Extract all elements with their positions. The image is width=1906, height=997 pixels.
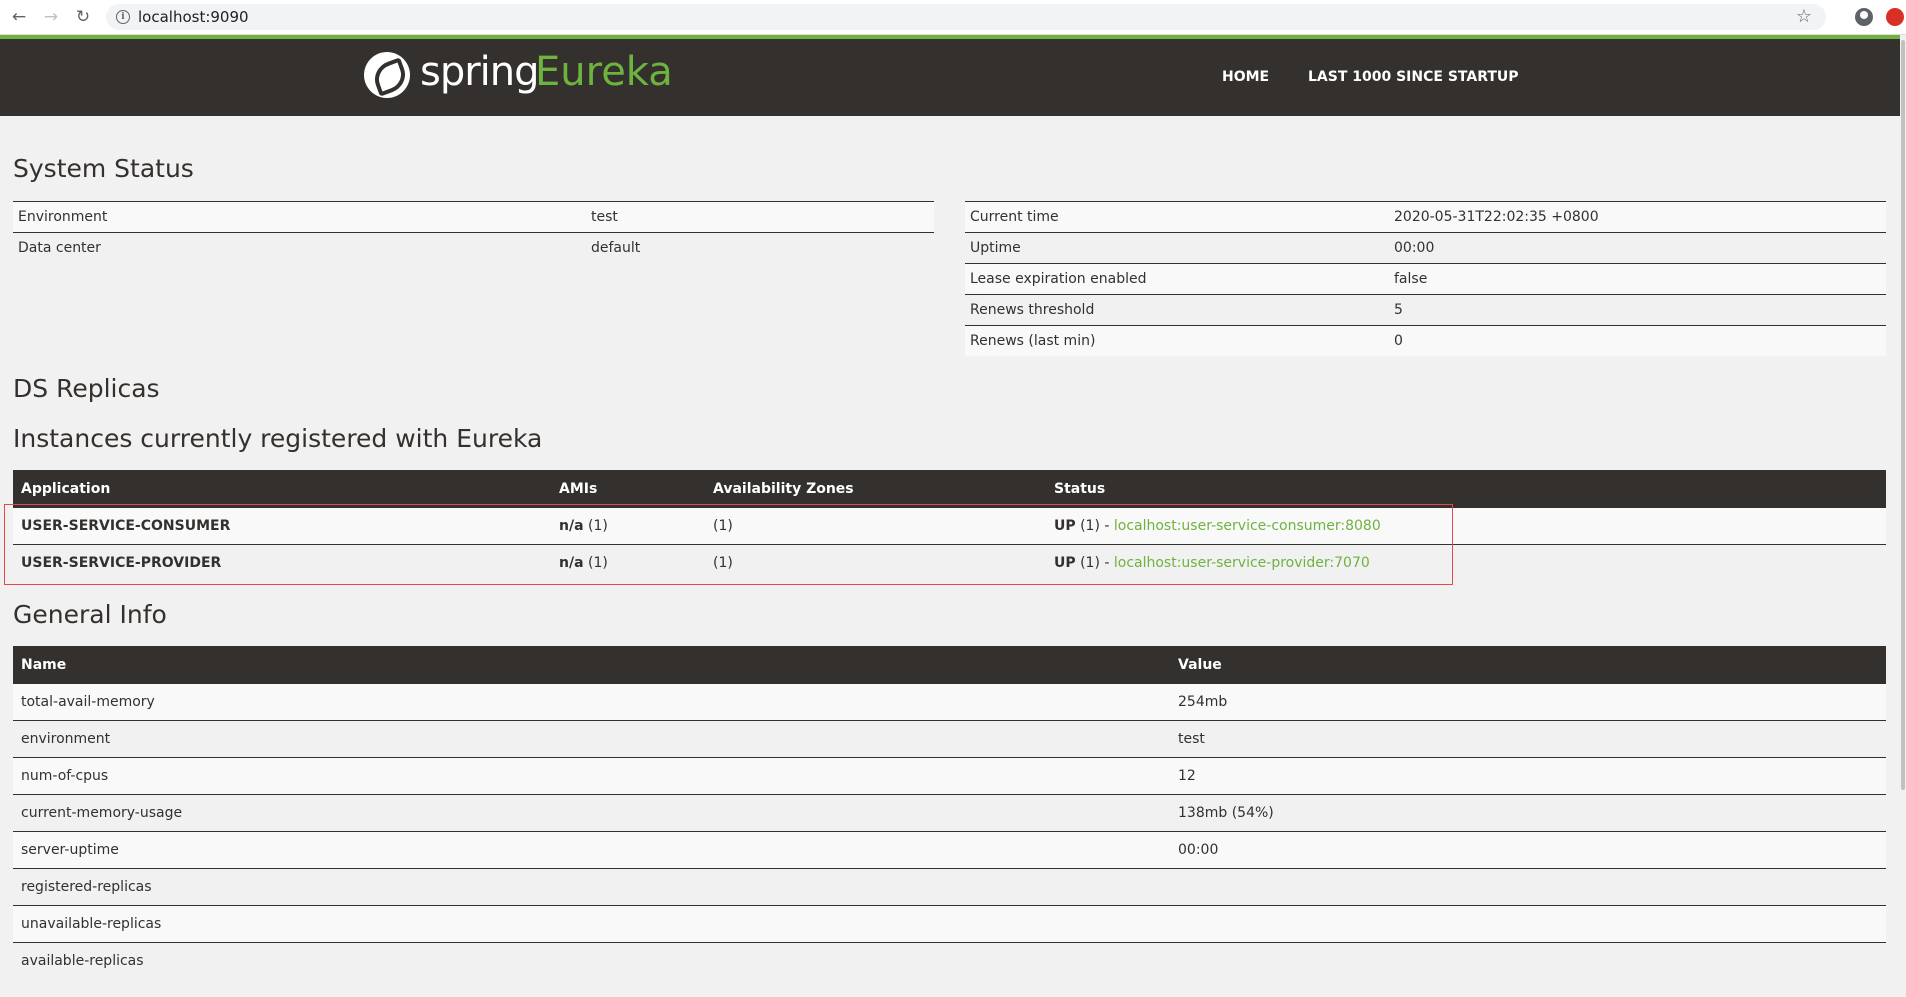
reload-icon[interactable]: ↻ (73, 7, 93, 27)
info-value (1170, 905, 1886, 943)
application-name: USER-SERVICE-PROVIDER (13, 544, 551, 581)
extension-icon[interactable] (1886, 8, 1904, 26)
status-row: Current time 2020-05-31T22:02:35 +0800 (965, 201, 1886, 233)
back-arrow-icon[interactable]: ← (9, 7, 29, 27)
status-label: Lease expiration enabled (965, 263, 1389, 295)
info-name: current-memory-usage (13, 794, 1170, 832)
ami-value: n/a (559, 555, 584, 571)
nav-home-link[interactable]: HOME (1222, 69, 1269, 85)
ami-count: (1) (583, 555, 608, 571)
ami-count: (1) (583, 518, 608, 534)
nav-last-1000-link[interactable]: LAST 1000 SINCE STARTUP (1308, 69, 1519, 85)
logo-spring-text[interactable]: spring (420, 49, 540, 95)
site-info-icon[interactable]: i (116, 10, 130, 24)
info-value: 12 (1170, 757, 1886, 795)
zones-cell: (1) (705, 544, 1046, 581)
amis-cell: n/a (1) (551, 507, 705, 545)
info-value: 254mb (1170, 683, 1886, 721)
application-name: USER-SERVICE-CONSUMER (13, 507, 551, 545)
column-header-application: Application (13, 470, 551, 508)
status-label: Environment (13, 201, 586, 233)
info-name: unavailable-replicas (13, 905, 1170, 943)
table-row: available-replicas (13, 942, 1886, 979)
bookmark-star-icon[interactable]: ☆ (1796, 6, 1812, 27)
status-value: false (1389, 263, 1886, 295)
instance-link[interactable]: localhost:user-service-consumer:8080 (1114, 518, 1381, 534)
eureka-navbar: spring Eureka HOME LAST 1000 SINCE START… (0, 39, 1900, 116)
status-label: Renews (last min) (965, 325, 1389, 356)
status-value: 5 (1389, 294, 1886, 326)
table-row: unavailable-replicas (13, 905, 1886, 943)
amis-cell: n/a (1) (551, 544, 705, 581)
system-status-right-table: Current time 2020-05-31T22:02:35 +0800 U… (965, 201, 1886, 356)
ds-replicas-heading: DS Replicas (13, 374, 160, 403)
status-count: (1) - (1075, 555, 1114, 571)
status-up: UP (1054, 555, 1076, 571)
table-row: registered-replicas (13, 868, 1886, 906)
status-row: Environment test (13, 201, 934, 233)
info-value (1170, 868, 1886, 906)
status-row: Lease expiration enabled false (965, 263, 1886, 295)
info-name: num-of-cpus (13, 757, 1170, 795)
instances-heading: Instances currently registered with Eure… (13, 424, 543, 453)
status-row: Uptime 00:00 (965, 232, 1886, 264)
status-cell: UP (1) - localhost:user-service-provider… (1046, 544, 1886, 581)
page-scrollbar[interactable] (1900, 35, 1906, 997)
status-up: UP (1054, 518, 1076, 534)
table-row: USER-SERVICE-PROVIDER n/a (1) (1) UP (1)… (13, 544, 1886, 581)
info-name: available-replicas (13, 942, 1170, 979)
general-info-header-row: Name Value (13, 646, 1886, 684)
info-name: environment (13, 720, 1170, 758)
status-row: Renews (last min) 0 (965, 325, 1886, 356)
status-row: Data center default (13, 232, 934, 263)
column-header-zones: Availability Zones (705, 470, 1046, 508)
instances-table: Application AMIs Availability Zones Stat… (13, 470, 1886, 581)
status-label: Data center (13, 232, 586, 263)
browser-toolbar: ← → ↻ i localhost:9090 ☆ (0, 0, 1906, 35)
status-value: 0 (1389, 325, 1886, 356)
info-value: 00:00 (1170, 831, 1886, 869)
profile-avatar-icon[interactable] (1855, 8, 1873, 26)
table-row: server-uptime 00:00 (13, 831, 1886, 869)
info-name: total-avail-memory (13, 683, 1170, 721)
table-row: num-of-cpus 12 (13, 757, 1886, 795)
status-value: 2020-05-31T22:02:35 +0800 (1389, 201, 1886, 233)
table-row: environment test (13, 720, 1886, 758)
ami-value: n/a (559, 518, 584, 534)
status-count: (1) - (1075, 518, 1114, 534)
info-value: 138mb (54%) (1170, 794, 1886, 832)
table-row: total-avail-memory 254mb (13, 683, 1886, 721)
info-value (1170, 942, 1886, 979)
spring-leaf-logo-icon[interactable] (364, 52, 411, 98)
column-header-status: Status (1046, 470, 1886, 508)
general-info-heading: General Info (13, 600, 167, 629)
system-status-heading: System Status (13, 154, 194, 183)
address-bar[interactable]: i localhost:9090 ☆ (106, 4, 1826, 30)
scrollbar-thumb[interactable] (1901, 40, 1905, 790)
instances-header-row: Application AMIs Availability Zones Stat… (13, 470, 1886, 508)
info-name: server-uptime (13, 831, 1170, 869)
status-label: Uptime (965, 232, 1389, 264)
status-label: Current time (965, 201, 1389, 233)
forward-arrow-icon[interactable]: → (41, 7, 61, 27)
address-url[interactable]: localhost:9090 (138, 8, 249, 26)
status-value: test (586, 201, 934, 233)
info-name: registered-replicas (13, 868, 1170, 906)
column-header-value: Value (1170, 646, 1886, 684)
status-value: 00:00 (1389, 232, 1886, 264)
column-header-name: Name (13, 646, 1170, 684)
info-value: test (1170, 720, 1886, 758)
status-value: default (586, 232, 934, 263)
column-header-amis: AMIs (551, 470, 705, 508)
instance-link[interactable]: localhost:user-service-provider:7070 (1114, 555, 1370, 571)
status-row: Renews threshold 5 (965, 294, 1886, 326)
logo-eureka-text[interactable]: Eureka (535, 49, 673, 95)
zones-cell: (1) (705, 507, 1046, 545)
general-info-table: Name Value total-avail-memory 254mb envi… (13, 646, 1886, 979)
status-label: Renews threshold (965, 294, 1389, 326)
table-row: USER-SERVICE-CONSUMER n/a (1) (1) UP (1)… (13, 507, 1886, 545)
system-status-left-table: Environment test Data center default (13, 201, 934, 263)
table-row: current-memory-usage 138mb (54%) (13, 794, 1886, 832)
status-cell: UP (1) - localhost:user-service-consumer… (1046, 507, 1886, 545)
